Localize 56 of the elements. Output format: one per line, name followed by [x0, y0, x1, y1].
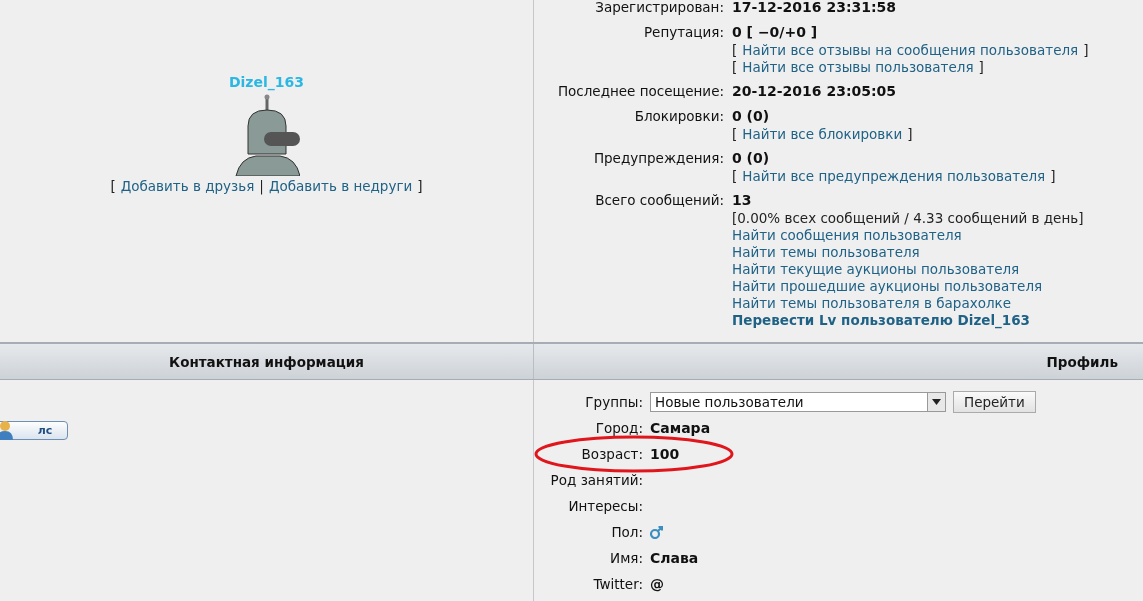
search-link[interactable]: Найти сообщения пользователя [732, 227, 962, 244]
profile-label: Группы: [584, 393, 643, 412]
add-foe-link[interactable]: Добавить в недруги [268, 178, 413, 194]
transfer-link[interactable]: Перевести Lv пользователю Dizel_163 [732, 312, 1030, 329]
section-title: Контактная информация [169, 353, 364, 370]
bracket-text: ] [907, 126, 913, 143]
profile-label: Интересы: [567, 497, 643, 516]
search-link[interactable]: Найти все отзывы на сообщения пользователя [742, 42, 1079, 59]
search-link[interactable]: Найти прошедшие аукционы пользователя [732, 278, 1043, 295]
search-link[interactable]: Найти все предупреждения пользователя [742, 168, 1046, 185]
bracket-text: [ [732, 42, 738, 59]
search-link[interactable]: Найти темы пользователя в барахолке [732, 295, 1011, 312]
bracket-text: ] [1083, 42, 1089, 59]
profile-label: Twitter: [592, 575, 643, 594]
male-icon [650, 525, 664, 539]
profile-label: Имя: [609, 549, 643, 568]
section-title: Профиль [1046, 353, 1118, 370]
search-link[interactable]: Найти темы пользователя [732, 244, 920, 261]
group-select[interactable]: Новые пользователи [650, 392, 946, 412]
profile-value: Самара [650, 419, 712, 438]
stat-value: 17-12-2016 23:31:58 [732, 0, 897, 15]
bracket-text: [ [732, 126, 738, 143]
stat-label: Зарегистрирован: [594, 0, 724, 17]
stat-label: Блокировки: [633, 107, 724, 126]
add-friend-link[interactable]: Добавить в друзья [120, 178, 255, 194]
search-link[interactable]: Найти все блокировки [742, 126, 903, 143]
bracket-text: ] [978, 59, 984, 76]
stat-label: Предупреждения: [592, 149, 724, 168]
stat-value: 13 [732, 192, 752, 208]
avatar-icon [233, 94, 300, 176]
profile-value: @ [650, 575, 665, 594]
profile-label: Род занятий: [549, 471, 643, 490]
stat-label: Всего сообщений: [594, 191, 724, 210]
search-link[interactable]: Найти текущие аукционы пользователя [732, 261, 1020, 278]
profile-label: Пол: [610, 523, 643, 542]
stats-text: [0.00% всех сообщений / 4.33 сообщений в день] [732, 210, 1084, 227]
stat-value: 0 (0) [732, 108, 770, 124]
stat-value: 0 [ −0/+0 ] [732, 24, 818, 40]
profile-label: Возраст: [580, 445, 643, 464]
dropdown-arrow-icon [932, 399, 941, 405]
bracket-text: [ [110, 178, 116, 194]
bracket-text: ] [417, 178, 423, 194]
bracket-text: [ [732, 168, 738, 185]
private-message-button[interactable]: лс [0, 421, 68, 440]
profile-value: 100 [650, 445, 681, 464]
stat-label: Последнее посещение: [556, 82, 724, 101]
separator-text: | [259, 178, 264, 194]
profile-label: Город: [594, 419, 643, 438]
bracket-text: ] [1050, 168, 1056, 185]
bracket-text: [ [732, 59, 738, 76]
go-button[interactable]: Перейти [953, 391, 1036, 413]
stat-value: 0 (0) [732, 150, 770, 166]
profile-value: Слава [650, 549, 700, 568]
stat-value: 20-12-2016 23:05:05 [732, 83, 897, 99]
stat-label: Репутация: [642, 23, 724, 42]
search-link[interactable]: Найти все отзывы пользователя [742, 59, 974, 76]
